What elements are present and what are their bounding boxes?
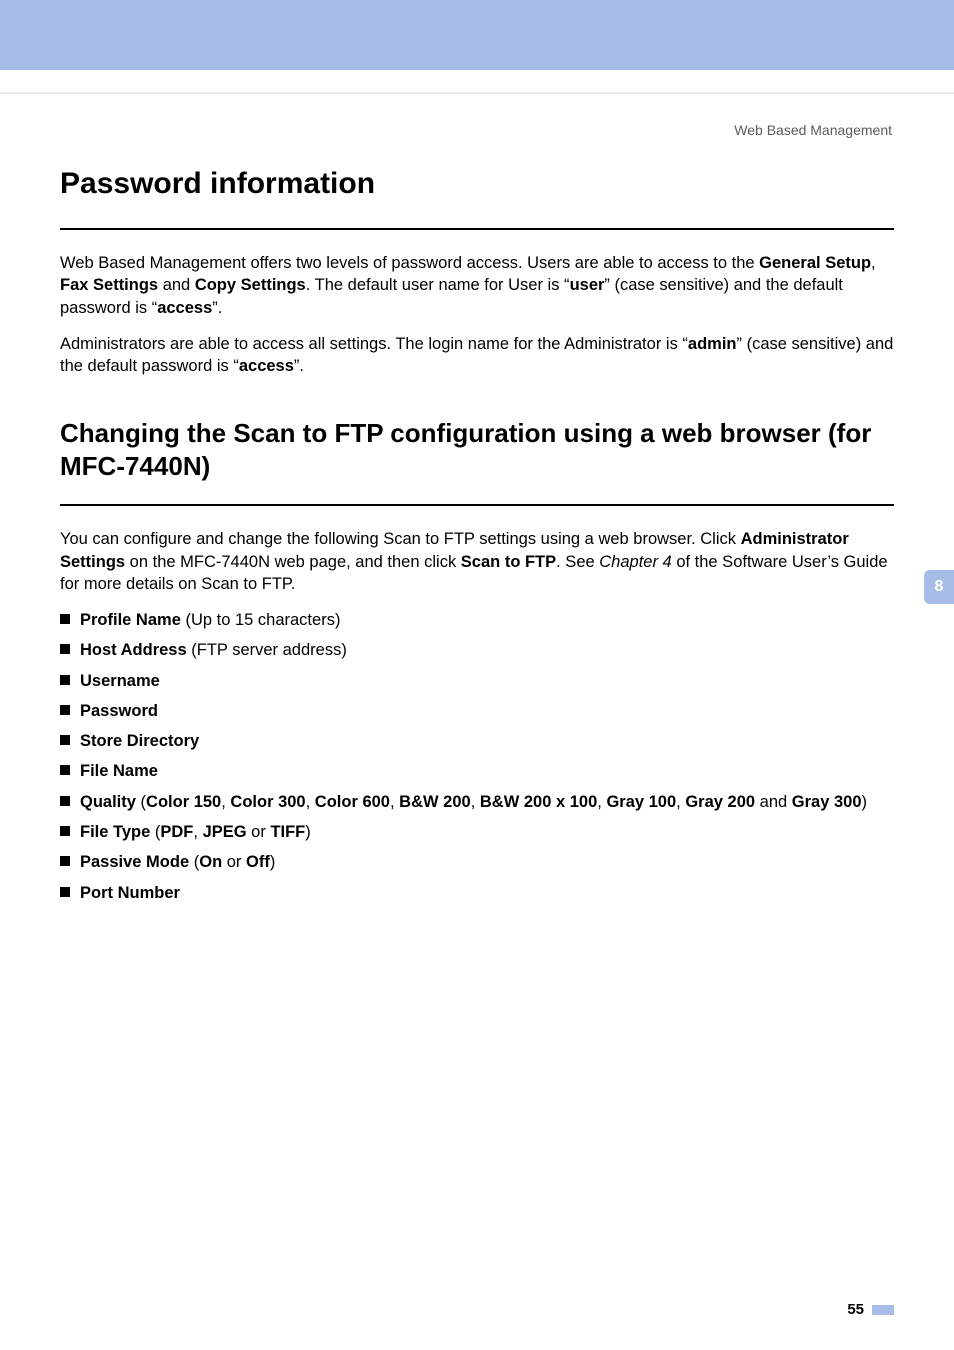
bold: Gray 200 bbox=[685, 793, 755, 811]
section-header: Web Based Management bbox=[60, 122, 892, 138]
text: . The default user name for User is “ bbox=[306, 276, 570, 294]
text: (Up to 15 characters) bbox=[181, 611, 341, 629]
text: and bbox=[158, 276, 195, 294]
bold: TIFF bbox=[270, 823, 305, 841]
h1-rule bbox=[60, 228, 894, 230]
text: ( bbox=[189, 853, 199, 871]
text: ”. bbox=[294, 357, 304, 375]
paragraph-admin-access: Administrators are able to access all se… bbox=[60, 333, 894, 378]
bold: File Type bbox=[80, 823, 150, 841]
text: on the MFC-7440N web page, and then clic… bbox=[125, 553, 461, 571]
list-item-profile-name: Profile Name (Up to 15 characters) bbox=[78, 609, 894, 631]
page-number: 55 bbox=[847, 1301, 864, 1318]
paragraph-scan-to-ftp-intro: You can configure and change the followi… bbox=[60, 528, 894, 595]
h2-rule bbox=[60, 504, 894, 506]
bold: Gray 100 bbox=[606, 793, 676, 811]
text: , bbox=[871, 254, 876, 272]
bold: Username bbox=[80, 672, 160, 690]
bold-fax-settings: Fax Settings bbox=[60, 276, 158, 294]
bold: Passive Mode bbox=[80, 853, 189, 871]
text: Administrators are able to access all se… bbox=[60, 335, 688, 353]
bold: File Name bbox=[80, 762, 158, 780]
paragraph-password-levels: Web Based Management offers two levels o… bbox=[60, 252, 894, 319]
list-item-store-directory: Store Directory bbox=[78, 730, 894, 752]
list-item-quality: Quality (Color 150, Color 300, Color 600… bbox=[78, 791, 894, 813]
bold-user: user bbox=[570, 276, 605, 294]
text: , bbox=[306, 793, 315, 811]
text: You can configure and change the followi… bbox=[60, 530, 741, 548]
bold: PDF bbox=[160, 823, 193, 841]
bold: Profile Name bbox=[80, 611, 181, 629]
text: ) bbox=[270, 853, 276, 871]
chapter-tab: 8 bbox=[924, 570, 954, 604]
bold-access: access bbox=[239, 357, 294, 375]
list-item-passive-mode: Passive Mode (On or Off) bbox=[78, 851, 894, 873]
text: Web Based Management offers two levels o… bbox=[60, 254, 759, 272]
bold: JPEG bbox=[203, 823, 247, 841]
list-item-file-name: File Name bbox=[78, 760, 894, 782]
text: , bbox=[676, 793, 685, 811]
bold: Quality bbox=[80, 793, 136, 811]
bold-copy-settings: Copy Settings bbox=[195, 276, 306, 294]
bold: Color 300 bbox=[230, 793, 305, 811]
text: or bbox=[222, 853, 246, 871]
bold: B&W 200 x 100 bbox=[480, 793, 597, 811]
bold: Store Directory bbox=[80, 732, 199, 750]
text: ”. bbox=[212, 299, 222, 317]
text: and bbox=[755, 793, 792, 811]
bold-access: access bbox=[157, 299, 212, 317]
text: ) bbox=[862, 793, 868, 811]
bold: Off bbox=[246, 853, 270, 871]
list-item-port-number: Port Number bbox=[78, 882, 894, 904]
bold: On bbox=[199, 853, 222, 871]
text: or bbox=[247, 823, 271, 841]
text: ( bbox=[136, 793, 146, 811]
page-footer: 55 bbox=[847, 1301, 894, 1318]
top-banner bbox=[0, 0, 954, 70]
bold-general-setup: General Setup bbox=[759, 254, 871, 272]
chapter-number: 8 bbox=[935, 578, 944, 596]
list-item-username: Username bbox=[78, 670, 894, 692]
bold: Host Address bbox=[80, 641, 187, 659]
bold: Gray 300 bbox=[792, 793, 862, 811]
text: ) bbox=[305, 823, 311, 841]
settings-list: Profile Name (Up to 15 characters) Host … bbox=[60, 609, 894, 904]
bold: Password bbox=[80, 702, 158, 720]
bold-admin: admin bbox=[688, 335, 737, 353]
italic-chapter-4: Chapter 4 bbox=[599, 553, 671, 571]
bold-scan-to-ftp: Scan to FTP bbox=[461, 553, 556, 571]
bold: B&W 200 bbox=[399, 793, 471, 811]
text: . See bbox=[556, 553, 599, 571]
footer-accent-bar bbox=[872, 1305, 894, 1315]
heading-scan-to-ftp: Changing the Scan to FTP configuration u… bbox=[60, 417, 894, 482]
bold: Port Number bbox=[80, 884, 180, 902]
header-rule bbox=[0, 92, 954, 94]
text: ( bbox=[150, 823, 160, 841]
text: , bbox=[193, 823, 202, 841]
bold: Color 150 bbox=[146, 793, 221, 811]
text: , bbox=[471, 793, 480, 811]
list-item-host-address: Host Address (FTP server address) bbox=[78, 639, 894, 661]
list-item-file-type: File Type (PDF, JPEG or TIFF) bbox=[78, 821, 894, 843]
bold: Color 600 bbox=[315, 793, 390, 811]
text: , bbox=[390, 793, 399, 811]
list-item-password: Password bbox=[78, 700, 894, 722]
text: (FTP server address) bbox=[187, 641, 347, 659]
heading-password-information: Password information bbox=[60, 166, 894, 202]
